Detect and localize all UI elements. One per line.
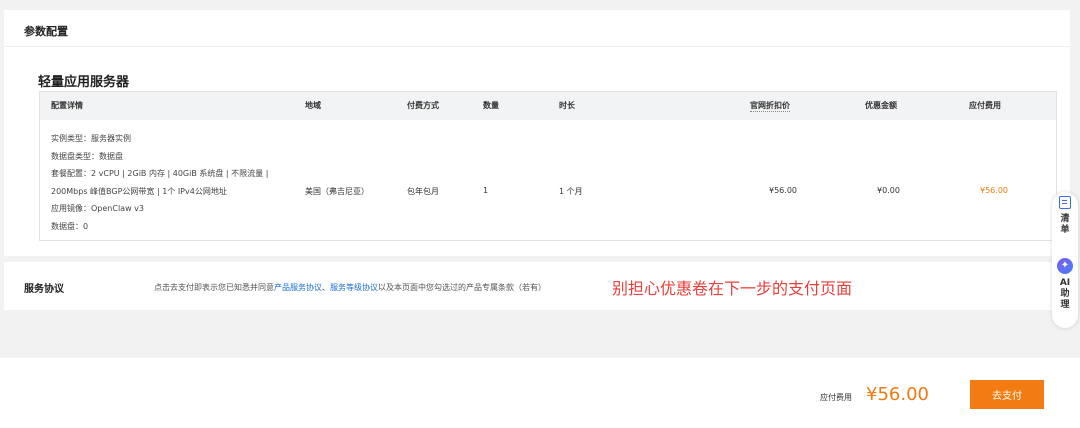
agreement-text-before: 点击去支付即表示您已知悉并同意: [154, 283, 274, 292]
agreement-label: 服务协议: [24, 284, 64, 295]
agreement-text-after: 以及本页面中您勾选过的产品专属条款（若有）: [378, 283, 546, 292]
config-card: 参数配置 轻量应用服务器 配置详情 地域 付费方式 数量 时长 官网折扣价 优惠…: [4, 10, 1070, 256]
cell-quantity: 1: [483, 186, 489, 195]
agreement-text: 点击去支付即表示您已知悉并同意产品服务协议、服务等级协议以及本页面中您勾选过的产…: [154, 282, 546, 293]
ai-assistant-button[interactable]: ✦ AI 助 理: [1052, 258, 1078, 311]
cell-list-price: ¥56.00: [769, 186, 797, 195]
detail-line: 套餐配置：2 vCPU | 2GiB 内存 | 40GiB 系统盘 | 不限流量…: [51, 169, 269, 178]
pay-button[interactable]: 去支付: [970, 380, 1044, 409]
detail-line: 200Mbps 峰值BGP公网带宽 | 1个 IPv4公网地址: [51, 186, 227, 196]
ai-assistant-icon: ✦: [1057, 258, 1073, 274]
cell-region: 美国（弗吉尼亚）: [305, 187, 369, 196]
list-button[interactable]: 清 单: [1052, 196, 1078, 236]
th-region: 地域: [305, 101, 321, 110]
th-billing: 付费方式: [407, 101, 439, 110]
detail-line: 数据盘：0: [51, 221, 89, 231]
th-duration: 时长: [559, 101, 575, 110]
list-label: 清: [1060, 214, 1070, 224]
service-level-agreement-link[interactable]: 服务等级协议: [330, 283, 378, 292]
config-detail: 实例类型：服务器实例 数据盘类型：数据盘 套餐配置：2 vCPU | 2GiB …: [51, 130, 268, 235]
table-header: 配置详情 地域 付费方式 数量 时长 官网折扣价 优惠金额 应付费用: [40, 92, 1056, 120]
cell-billing: 包年包月: [407, 187, 439, 196]
agreement-sep: 、: [322, 283, 330, 292]
ai-label: AI: [1059, 278, 1071, 288]
agreement-card: 服务协议 点击去支付即表示您已知悉并同意产品服务协议、服务等级协议以及本页面中您…: [4, 262, 1070, 310]
th-quantity: 数量: [483, 101, 499, 110]
th-discount: 优惠金额: [865, 101, 897, 110]
cell-duration: 1 个月: [559, 187, 583, 196]
footer-bar: 应付费用 ¥56.00 去支付: [0, 358, 1080, 428]
detail-line: 数据盘类型：数据盘: [51, 151, 123, 161]
th-payable: 应付费用: [969, 101, 1001, 110]
section-title: 参数配置: [24, 25, 68, 38]
product-service-agreement-link[interactable]: 产品服务协议: [274, 283, 322, 292]
cell-discount: ¥0.00: [877, 186, 900, 195]
list-icon: [1059, 196, 1071, 209]
th-list-price[interactable]: 官网折扣价: [750, 100, 790, 112]
floating-toolbar: 清 单 ✦ AI 助 理: [1052, 192, 1078, 328]
divider: [4, 46, 1070, 47]
detail-line: 实例类型：服务器实例: [51, 134, 131, 143]
order-table: 配置详情 地域 付费方式 数量 时长 官网折扣价 优惠金额 应付费用 实例类型：…: [39, 91, 1057, 241]
th-detail: 配置详情: [51, 101, 83, 110]
list-label: 单: [1060, 225, 1070, 235]
ai-label: 助: [1060, 289, 1070, 299]
cell-payable: ¥56.00: [980, 186, 1008, 195]
ai-label: 理: [1060, 300, 1070, 310]
coupon-note: 别担心优惠卷在下一步的支付页面: [612, 279, 853, 298]
product-title: 轻量应用服务器: [38, 75, 130, 90]
detail-line: 应用镜像：OpenClaw v3: [51, 204, 144, 213]
payable-amount: ¥56.00: [866, 384, 929, 405]
payable-label: 应付费用: [820, 393, 852, 402]
